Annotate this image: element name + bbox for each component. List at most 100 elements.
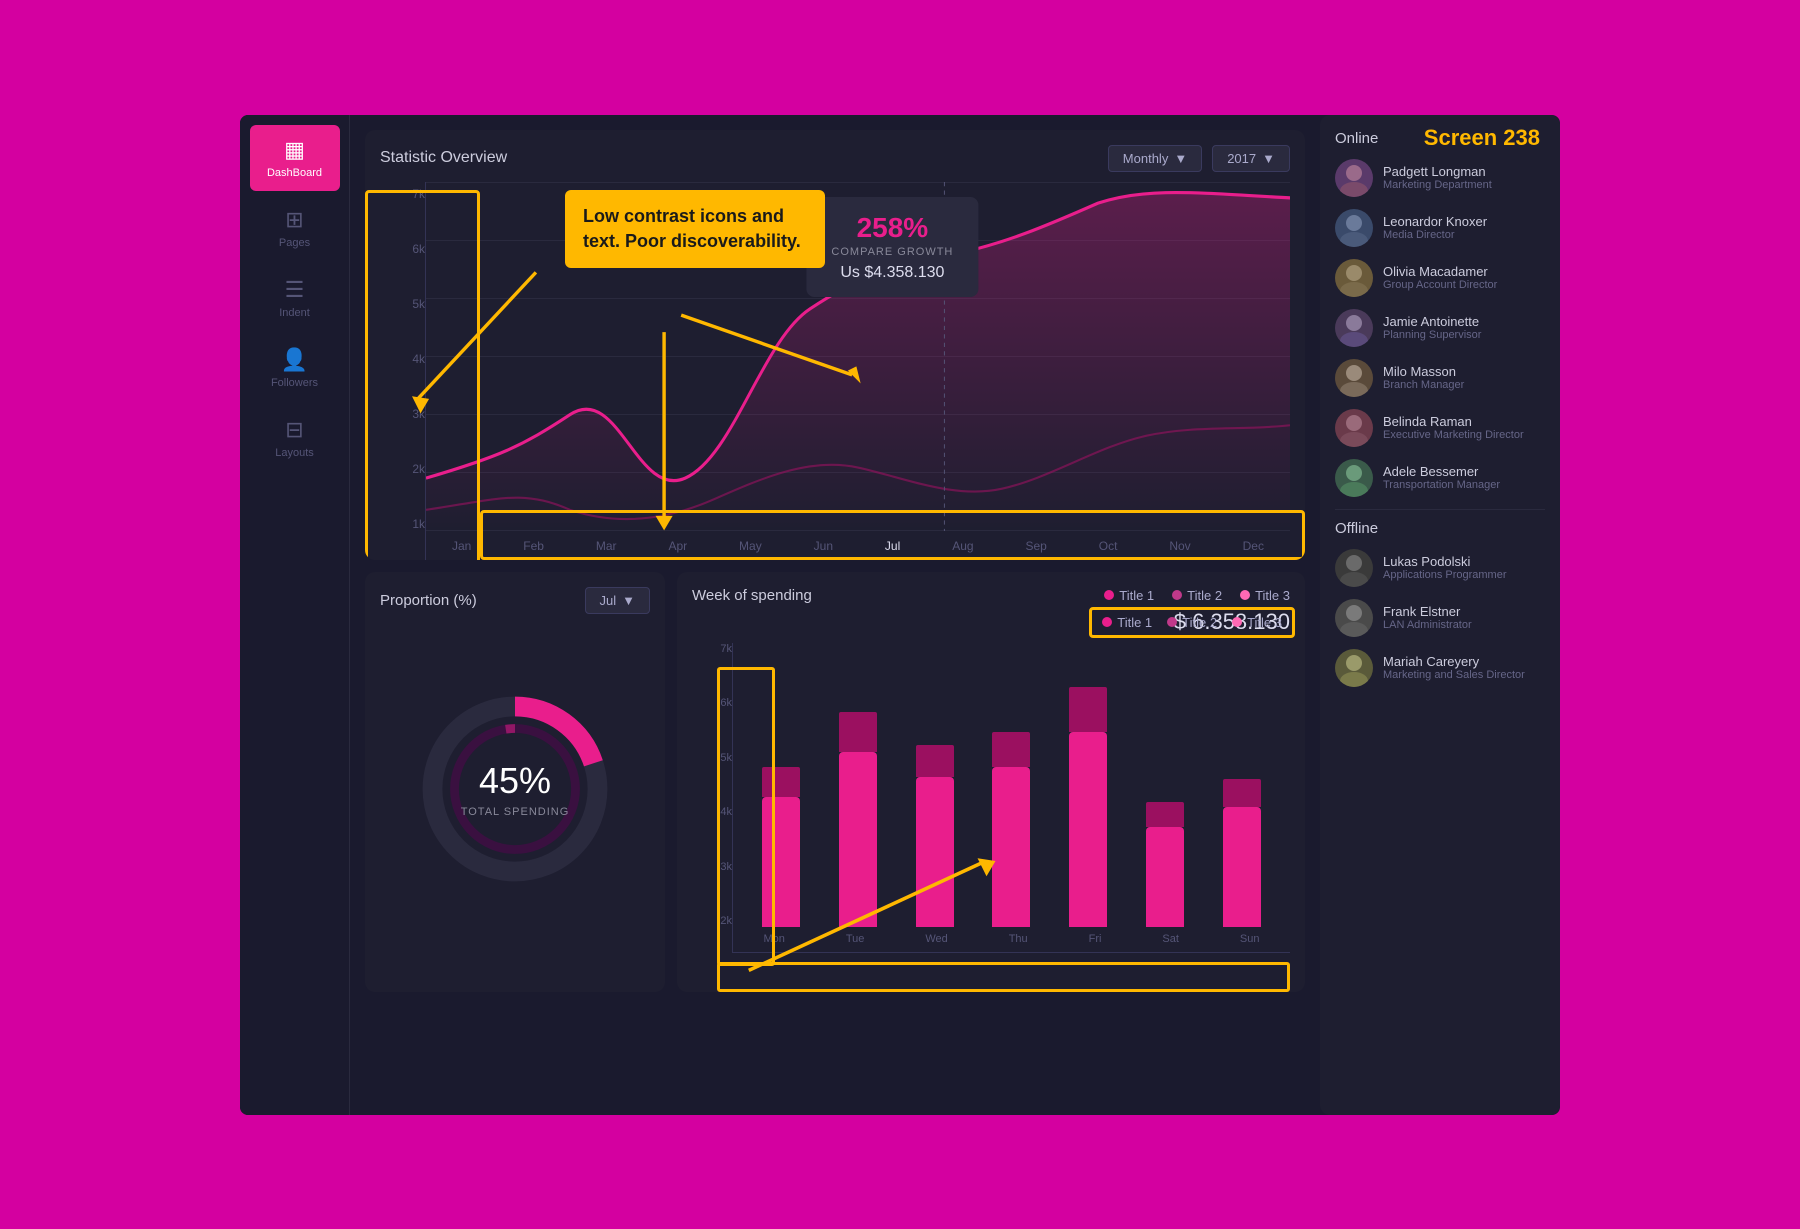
spending-title: Week of spending (692, 587, 812, 604)
bar-y-axis: 7k 6k 5k 4k 3k 2k (692, 643, 732, 953)
sidebar-label-indent: Indent (279, 307, 310, 319)
spending-card: Week of spending Title 1 Title 2 Titl (677, 572, 1305, 992)
spending-legend: Title 1 Title 2 Title 3 (1104, 588, 1290, 603)
user-info-frank: Frank Elstner LAN Administrator (1383, 604, 1472, 631)
spending-header: Week of spending Title 1 Title 2 Titl (692, 587, 1290, 604)
avatar-padgett (1335, 159, 1373, 197)
indent-icon: ☰ (285, 277, 305, 303)
chart-body: 258% COMPARE GROWTH Us $4.358.130 Jan Fe… (425, 182, 1290, 560)
user-info-olivia: Olivia Macadamer Group Account Director (1383, 264, 1497, 291)
stat-header: Statistic Overview Monthly ▼ 2017 ▼ (380, 145, 1290, 172)
sidebar-label-layouts: Layouts (275, 447, 314, 459)
user-info-leonardor: Leonardor Knoxer Media Director (1383, 214, 1487, 241)
y-axis: 7k 6k 5k 4k 3k 2k 1k (380, 182, 425, 560)
proportion-title: Proportion (%) (380, 592, 477, 609)
proportion-card: Proportion (%) Jul ▼ (365, 572, 665, 992)
user-info-milo: Milo Masson Branch Manager (1383, 364, 1464, 391)
screen-label: Screen 238 (1424, 125, 1540, 151)
bottom-row: Proportion (%) Jul ▼ (365, 572, 1305, 992)
legend-outline-box: Title 1 Title 2 Title 3 (1089, 607, 1295, 638)
bars-container (733, 643, 1290, 927)
dashboard-icon: ▦ (284, 137, 305, 163)
legend-dot-1 (1104, 590, 1114, 600)
screen-wrapper: Screen 238 ▦ DashBoard ⊞ Pages ☰ Indent … (240, 115, 1560, 1115)
stat-controls: Monthly ▼ 2017 ▼ (1108, 145, 1290, 172)
year-dropdown[interactable]: 2017 ▼ (1212, 145, 1290, 172)
bar-tue (833, 712, 883, 927)
monthly-dropdown[interactable]: Monthly ▼ (1108, 145, 1202, 172)
tooltip-compare-label: COMPARE GROWTH (831, 246, 953, 258)
layouts-icon: ⊟ (285, 417, 303, 443)
donut-chart: 45% TOTAL SPENDING (405, 679, 625, 899)
user-padgett[interactable]: Padgett Longman Marketing Department (1335, 159, 1545, 197)
bar-chart-area: 7k 6k 5k 4k 3k 2k (692, 643, 1290, 953)
user-mariah[interactable]: Mariah Careyery Marketing and Sales Dire… (1335, 649, 1545, 687)
user-leonardor[interactable]: Leonardor Knoxer Media Director (1335, 209, 1545, 247)
bar-chart-body: Mon Tue Wed Thu Fri Sat Sun (732, 643, 1290, 953)
user-info-padgett: Padgett Longman Marketing Department (1383, 164, 1492, 191)
avatar-adele (1335, 459, 1373, 497)
user-info-lukas: Lukas Podolski Applications Programmer (1383, 554, 1507, 581)
user-info-mariah: Mariah Careyery Marketing and Sales Dire… (1383, 654, 1525, 681)
tooltip-value: Us $4.358.130 (831, 264, 953, 282)
legend-title3: Title 3 (1240, 588, 1290, 603)
sidebar-label-dashboard: DashBoard (267, 167, 322, 179)
followers-icon: 👤 (281, 347, 308, 373)
right-panel: Online Padgett Longman Marketing Departm… (1320, 115, 1560, 1115)
sidebar-item-followers[interactable]: 👤 Followers (250, 335, 340, 401)
donut-label: TOTAL SPENDING (461, 806, 570, 818)
chart-area: 7k 6k 5k 4k 3k 2k 1k (380, 182, 1290, 560)
bar-fri (1063, 687, 1113, 927)
avatar-milo (1335, 359, 1373, 397)
bar-mon (756, 767, 806, 927)
avatar-jamie (1335, 309, 1373, 347)
annotation-box: Low contrast icons and text. Poor discov… (565, 190, 825, 268)
avatar-mariah (1335, 649, 1373, 687)
sidebar-label-pages: Pages (279, 237, 310, 249)
pages-icon: ⊞ (285, 207, 303, 233)
x-axis: Jan Feb Mar Apr May Jun Jul Aug Sep Oct … (426, 531, 1290, 560)
avatar-belinda (1335, 409, 1373, 447)
legend-title1: Title 1 (1104, 588, 1154, 603)
stat-title: Statistic Overview (380, 149, 507, 167)
sidebar-item-layouts[interactable]: ⊟ Layouts (250, 405, 340, 471)
stat-overview-card: Statistic Overview Monthly ▼ 2017 ▼ 7k 6… (365, 130, 1305, 560)
user-milo[interactable]: Milo Masson Branch Manager (1335, 359, 1545, 397)
user-lukas[interactable]: Lukas Podolski Applications Programmer (1335, 549, 1545, 587)
user-adele[interactable]: Adele Bessemer Transportation Manager (1335, 459, 1545, 497)
avatar-leonardor (1335, 209, 1373, 247)
chart-tooltip: 258% COMPARE GROWTH Us $4.358.130 (806, 197, 978, 297)
sidebar-label-followers: Followers (271, 377, 318, 389)
avatar-frank (1335, 599, 1373, 637)
user-info-jamie: Jamie Antoinette Planning Supervisor (1383, 314, 1481, 341)
sidebar-item-dashboard[interactable]: ▦ DashBoard (250, 125, 340, 191)
proportion-dropdown[interactable]: Jul ▼ (585, 587, 651, 614)
donut-percent: 45% (461, 760, 570, 802)
legend-dot-2 (1172, 590, 1182, 600)
bar-wed (910, 745, 960, 927)
bar-x-labels: Mon Tue Wed Thu Fri Sat Sun (733, 927, 1290, 952)
sidebar: ▦ DashBoard ⊞ Pages ☰ Indent 👤 Followers… (240, 115, 350, 1115)
user-belinda[interactable]: Belinda Raman Executive Marketing Direct… (1335, 409, 1545, 447)
bar-sun (1217, 779, 1267, 927)
avatar-lukas (1335, 549, 1373, 587)
donut-center: 45% TOTAL SPENDING (461, 760, 570, 818)
proportion-header: Proportion (%) Jul ▼ (380, 587, 650, 614)
avatar-olivia (1335, 259, 1373, 297)
user-olivia[interactable]: Olivia Macadamer Group Account Director (1335, 259, 1545, 297)
legend-title2: Title 2 (1172, 588, 1222, 603)
bar-xaxis-outline (717, 962, 1290, 992)
bar-sat (1140, 802, 1190, 927)
user-frank[interactable]: Frank Elstner LAN Administrator (1335, 599, 1545, 637)
sidebar-item-indent[interactable]: ☰ Indent (250, 265, 340, 331)
bar-thu (986, 732, 1036, 927)
panel-divider (1335, 509, 1545, 510)
sidebar-item-pages[interactable]: ⊞ Pages (250, 195, 340, 261)
legend-dot-3 (1240, 590, 1250, 600)
tooltip-percent: 258% (831, 212, 953, 244)
user-jamie[interactable]: Jamie Antoinette Planning Supervisor (1335, 309, 1545, 347)
user-info-adele: Adele Bessemer Transportation Manager (1383, 464, 1500, 491)
donut-container: 45% TOTAL SPENDING (380, 629, 650, 949)
main-content: Statistic Overview Monthly ▼ 2017 ▼ 7k 6… (350, 115, 1320, 1115)
offline-section-title: Offline (1335, 520, 1545, 537)
